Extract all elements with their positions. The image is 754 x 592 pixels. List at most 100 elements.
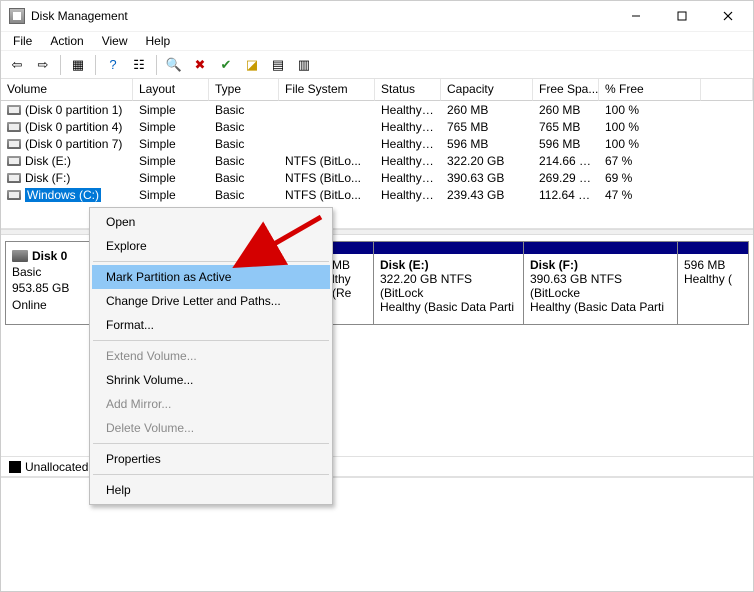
volume-cell: Healthy (R...	[375, 137, 441, 151]
col-status[interactable]: Status	[375, 79, 441, 101]
volume-cell: 596 MB	[441, 137, 533, 151]
volume-cell: (Disk 0 partition 4)	[1, 120, 133, 134]
toolbar: ⇦ ⇨ ▦ ? ☷ 🔍 ✖ ✔ ◪ ▤ ▥	[1, 51, 753, 79]
volume-cell: 112.64 GB	[533, 188, 599, 202]
col-freespace[interactable]: Free Spa...	[533, 79, 599, 101]
partition-block[interactable]: Disk (F:) 390.63 GB NTFS (BitLocke Healt…	[524, 242, 678, 324]
drive-icon	[7, 139, 21, 149]
volume-cell: 100 %	[599, 103, 701, 117]
cm-delete-volume: Delete Volume...	[92, 416, 330, 440]
search-button[interactable]: 🔍	[162, 54, 186, 76]
cm-explore[interactable]: Explore	[92, 234, 330, 258]
title-bar: Disk Management	[1, 1, 753, 31]
help-icon: ?	[109, 58, 116, 71]
col-capacity[interactable]: Capacity	[441, 79, 533, 101]
volume-cell: NTFS (BitLo...	[279, 171, 375, 185]
cm-separator	[93, 340, 329, 341]
drive-icon	[7, 105, 21, 115]
volume-cell: Simple	[133, 171, 209, 185]
col-layout[interactable]: Layout	[133, 79, 209, 101]
back-button[interactable]: ⇦	[5, 54, 29, 76]
cm-mark-partition-active[interactable]: Mark Partition as Active	[92, 265, 330, 289]
toolbar-separator	[156, 55, 157, 75]
volume-cell: Healthy (B...	[375, 154, 441, 168]
volume-cell: Simple	[133, 137, 209, 151]
partition-title: Disk (E:)	[380, 258, 517, 272]
partition-line3: Healthy (Basic Data Parti	[530, 300, 671, 314]
volume-cell: Basic	[209, 188, 279, 202]
menu-action[interactable]: Action	[42, 33, 91, 49]
pane-top-button[interactable]: ▥	[292, 54, 316, 76]
arrow-right-icon: ⇨	[38, 58, 49, 71]
maximize-button[interactable]	[659, 2, 705, 30]
drive-icon	[7, 173, 21, 183]
partition-header-bar	[326, 242, 373, 254]
partition-title: Disk (F:)	[530, 258, 671, 272]
partition-block[interactable]: Disk (E:) 322.20 GB NTFS (BitLock Health…	[374, 242, 524, 324]
pane2-icon: ▥	[298, 58, 310, 71]
volume-row[interactable]: (Disk 0 partition 4)SimpleBasicHealthy (…	[1, 118, 753, 135]
cm-separator	[93, 474, 329, 475]
volume-cell: Disk (E:)	[1, 154, 133, 168]
cm-format[interactable]: Format...	[92, 313, 330, 337]
disk-strip: MB lthy (Re Disk (E:) 322.20 GB NTFS (Bi…	[325, 241, 749, 325]
volume-cell: 260 MB	[441, 103, 533, 117]
delete-icon: ✖	[195, 58, 206, 71]
partition-line2: 322.20 GB NTFS (BitLock	[380, 272, 517, 300]
cm-extend-volume: Extend Volume...	[92, 344, 330, 368]
cm-open[interactable]: Open	[92, 210, 330, 234]
delete-button[interactable]: ✖	[188, 54, 212, 76]
volume-row[interactable]: Disk (E:)SimpleBasicNTFS (BitLo...Health…	[1, 152, 753, 169]
drive-icon	[7, 156, 21, 166]
volume-cell: 239.43 GB	[441, 188, 533, 202]
volume-cell: 214.66 GB	[533, 154, 599, 168]
col-filesystem[interactable]: File System	[279, 79, 375, 101]
menu-help[interactable]: Help	[138, 33, 179, 49]
col-type[interactable]: Type	[209, 79, 279, 101]
list-button[interactable]: ☷	[127, 54, 151, 76]
partition-header-bar	[374, 242, 523, 254]
cm-properties[interactable]: Properties	[92, 447, 330, 471]
window-title: Disk Management	[31, 9, 613, 23]
drive-icon	[7, 190, 21, 200]
volume-cell: 322.20 GB	[441, 154, 533, 168]
volume-cell: Healthy (B...	[375, 171, 441, 185]
cm-separator	[93, 261, 329, 262]
cm-help[interactable]: Help	[92, 478, 330, 502]
partition-block[interactable]: 596 MB Healthy (	[678, 242, 748, 324]
col-volume[interactable]: Volume	[1, 79, 133, 101]
pane-bottom-button[interactable]: ▤	[266, 54, 290, 76]
menu-file[interactable]: File	[5, 33, 40, 49]
volume-cell: Healthy (E...	[375, 103, 441, 117]
col-pctfree[interactable]: % Free	[599, 79, 701, 101]
volume-row[interactable]: Disk (F:)SimpleBasicNTFS (BitLo...Health…	[1, 169, 753, 186]
arrow-left-icon: ⇦	[12, 58, 23, 71]
partition-line3: Healthy (	[684, 272, 742, 286]
help-button[interactable]: ?	[101, 54, 125, 76]
cm-change-drive-letter[interactable]: Change Drive Letter and Paths...	[92, 289, 330, 313]
volume-cell: Basic	[209, 120, 279, 134]
check-button[interactable]: ✔	[214, 54, 238, 76]
volume-cell: 47 %	[599, 188, 701, 202]
new-button[interactable]: ◪	[240, 54, 264, 76]
partition-block[interactable]: MB lthy (Re	[326, 242, 374, 324]
partition-line3: lthy (Re	[332, 272, 367, 300]
minimize-button[interactable]	[613, 2, 659, 30]
cm-shrink-volume[interactable]: Shrink Volume...	[92, 368, 330, 392]
forward-button[interactable]: ⇨	[31, 54, 55, 76]
volume-cell: Simple	[133, 154, 209, 168]
volume-list-header: Volume Layout Type File System Status Ca…	[1, 79, 753, 101]
volume-cell: Simple	[133, 103, 209, 117]
menu-view[interactable]: View	[94, 33, 136, 49]
volume-cell: 269.29 GB	[533, 171, 599, 185]
volume-cell: 765 MB	[441, 120, 533, 134]
partition-line2: 390.63 GB NTFS (BitLocke	[530, 272, 671, 300]
volume-cell: Healthy (R...	[375, 120, 441, 134]
close-button[interactable]	[705, 2, 751, 30]
volume-row[interactable]: (Disk 0 partition 7)SimpleBasicHealthy (…	[1, 135, 753, 152]
volume-row[interactable]: Windows (C:)SimpleBasicNTFS (BitLo...Hea…	[1, 186, 753, 203]
disk-status: Online	[12, 297, 96, 313]
volume-cell: Basic	[209, 154, 279, 168]
views-button[interactable]: ▦	[66, 54, 90, 76]
volume-row[interactable]: (Disk 0 partition 1)SimpleBasicHealthy (…	[1, 101, 753, 118]
